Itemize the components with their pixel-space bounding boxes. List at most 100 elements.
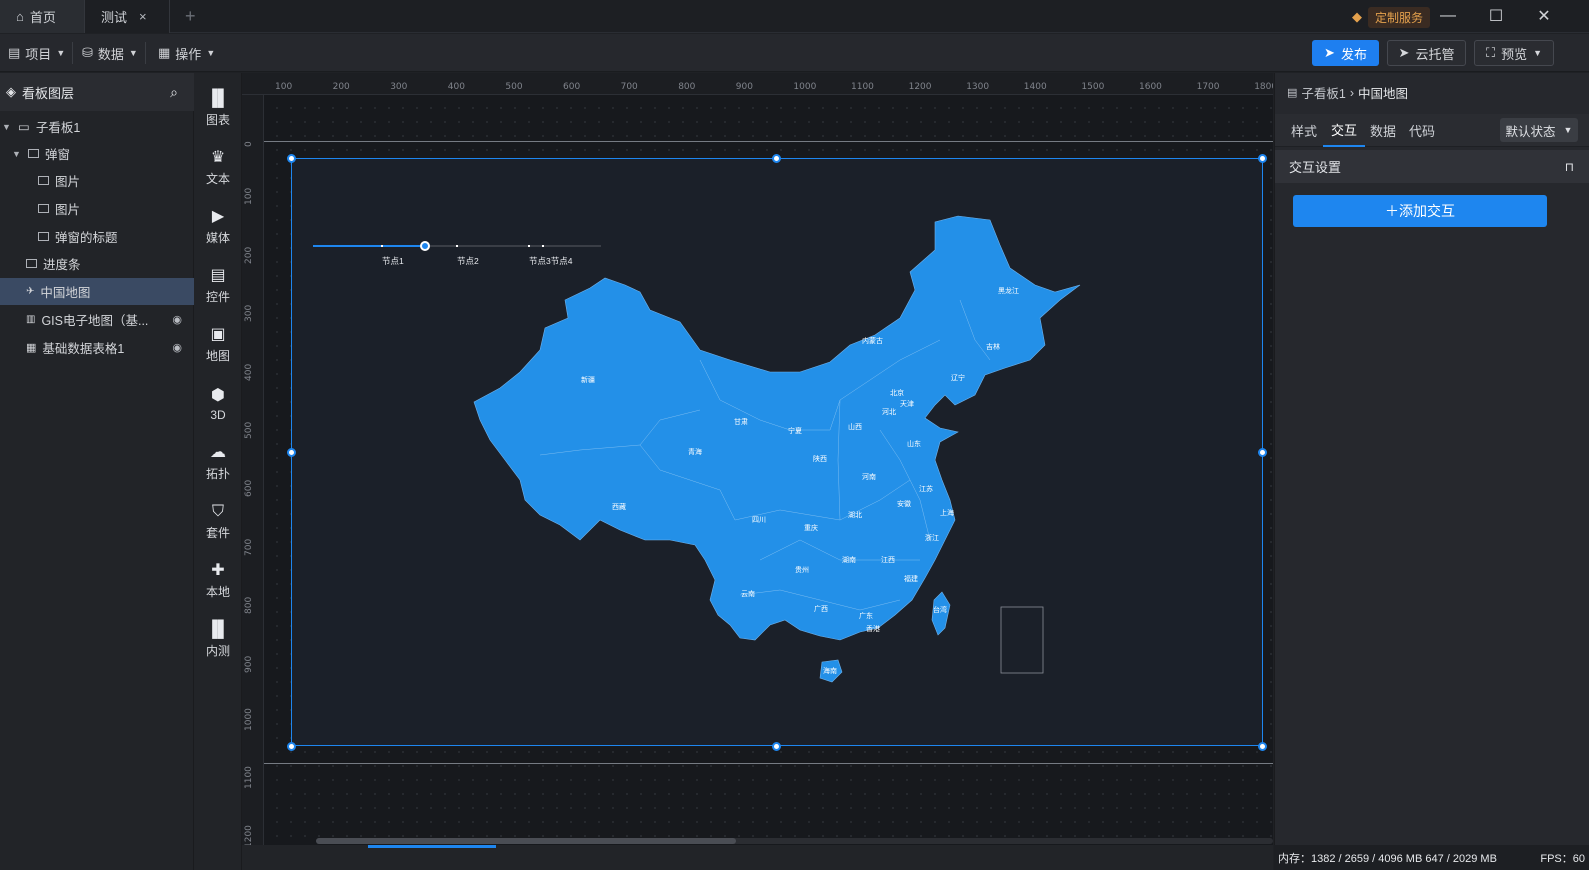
resize-handle-tr[interactable] — [1258, 154, 1267, 163]
resize-handle-t[interactable] — [772, 154, 781, 163]
component-control[interactable]: ▤ 控件 — [194, 258, 242, 314]
component-media[interactable]: ▶ 媒体 — [194, 199, 242, 255]
chevron-down-icon: ▼ — [56, 48, 66, 58]
province-label: 内蒙古 — [862, 336, 883, 345]
tab-test[interactable]: 测试 × — [84, 0, 170, 33]
layer-china-map[interactable]: ✈ 中国地图 — [0, 278, 194, 305]
component-beta[interactable]: ▐▌ 内测 — [194, 612, 242, 668]
layer-popup-title[interactable]: 弹窗的标题 — [0, 223, 194, 250]
layer-data-table[interactable]: ▦ 基础数据表格1 ◉ — [0, 334, 194, 361]
province-label: 湖南 — [842, 555, 856, 564]
cloud-hosting-label: 云托管 — [1415, 46, 1455, 62]
province-label: 福建 — [904, 574, 918, 583]
breadcrumb-separator: › — [1349, 85, 1355, 100]
component-chart[interactable]: ▐▌ 图表 — [194, 81, 242, 137]
video-icon: ▶ — [211, 208, 225, 225]
china-map[interactable]: 新疆 西藏 青海 甘肃 内蒙古 黑龙江 吉林 辽宁 北京 天津 河北 山西 山东… — [300, 200, 1260, 720]
layer-image-2[interactable]: 图片 — [0, 195, 194, 222]
close-tab-icon[interactable]: × — [139, 9, 147, 24]
expand-arrow-icon[interactable]: ▼ — [12, 149, 22, 159]
component-label: 控件 — [205, 290, 230, 304]
add-interaction-button[interactable]: ＋添加交互 — [1293, 195, 1547, 227]
component-label: 文本 — [205, 172, 230, 186]
eye-hidden-icon[interactable]: ◉ — [172, 341, 182, 354]
image-icon — [38, 204, 49, 213]
fullscreen-icon: ⛶ — [1485, 45, 1496, 60]
layer-gis-map[interactable]: ▥ GIS电子地图（基... ◉ — [0, 306, 194, 333]
tab-test-label: 测试 — [101, 10, 128, 25]
memory-status: 内存：1382 / 2659 / 4096 MB 647 / 2029 MB — [1278, 852, 1497, 865]
control-icon: ▤ — [210, 267, 226, 284]
component-local[interactable]: ✚ 本地 — [194, 553, 242, 609]
component-3d[interactable]: ⬢ 3D — [194, 376, 242, 432]
tab-interaction[interactable]: 交互 — [1323, 114, 1366, 147]
chevron-down-icon: ▼ — [128, 48, 138, 58]
component-strip: ▐▌ 图表 ♛ 文本 ▶ 媒体 ▤ 控件 ▣ 地图 ⬢ 3D ☁ 拓扑 ⛉ 套件 ✚ 本地 ▐▌ 内… — [194, 73, 242, 870]
menu-operation[interactable]: ▦ 操作 ▼ — [158, 42, 215, 64]
map-regions — [473, 215, 1081, 683]
component-suite[interactable]: ⛉ 套件 — [194, 494, 242, 550]
fps-status: FPS：60 — [1540, 852, 1585, 865]
menu-data-label: 数据 — [97, 46, 124, 62]
cloud-hosting-button[interactable]: ➤ 云托管 — [1387, 40, 1466, 66]
database-icon: ⛁ — [82, 45, 93, 60]
puzzle-icon: ✚ — [211, 562, 225, 579]
interaction-section-header[interactable]: 交互设置 ⊓ — [1275, 150, 1589, 183]
menu-project[interactable]: ▤ 项目 ▼ — [8, 42, 74, 64]
tab-code[interactable]: 代码 — [1409, 114, 1435, 147]
lock-icon[interactable]: ⊓ — [1565, 160, 1574, 174]
menu-project-label: 项目 — [25, 46, 52, 62]
close-window-button[interactable]: ✕ — [1530, 4, 1558, 28]
section-title: 交互设置 — [1289, 160, 1342, 175]
add-tab-button[interactable]: + — [185, 6, 196, 27]
horizontal-scroll-thumb[interactable] — [316, 838, 736, 844]
layer-popup[interactable]: ▼ 弹窗 — [0, 140, 194, 167]
resize-handle-br[interactable] — [1258, 742, 1267, 751]
component-topology[interactable]: ☁ 拓扑 — [194, 435, 242, 491]
ruler-tick-label: 1600 — [1139, 82, 1162, 92]
province-label: 陕西 — [813, 454, 827, 463]
publish-button[interactable]: ➤ 发布 — [1312, 40, 1379, 66]
preview-button[interactable]: ⛶ 预览 ▼ — [1474, 40, 1554, 66]
layer-progress-bar[interactable]: 进度条 — [0, 250, 194, 277]
maximize-button[interactable]: ☐ — [1482, 4, 1510, 28]
state-select[interactable]: 默认状态 ▼ — [1500, 118, 1578, 142]
resize-handle-tl[interactable] — [287, 154, 296, 163]
tab-home[interactable]: ⌂ 首页 — [0, 0, 84, 33]
chevron-down-icon: ▼ — [206, 48, 216, 58]
breadcrumb-root[interactable]: 子看板1 — [1301, 83, 1345, 102]
province-label: 上海 — [940, 508, 954, 517]
file-icon: ▤ — [8, 45, 21, 60]
layer-sub-board[interactable]: ▼ ▭ 子看板1 — [0, 113, 194, 140]
minimize-button[interactable]: — — [1434, 4, 1462, 28]
province-label: 山东 — [907, 439, 921, 448]
custom-service[interactable]: ◆ 定制服务 — [1352, 6, 1431, 28]
ruler-tick-label: 700 — [244, 538, 254, 556]
resize-handle-b[interactable] — [772, 742, 781, 751]
expand-arrow-icon[interactable]: ▼ — [2, 122, 12, 132]
layer-panel-header: ◈ 看板图层 ⌕ — [0, 73, 194, 111]
resize-handle-l[interactable] — [287, 448, 296, 457]
ruler-tick-label: 500 — [505, 82, 523, 92]
province-label: 湖北 — [848, 510, 862, 519]
search-icon[interactable]: ⌕ — [170, 84, 178, 101]
layers-icon: ◈ — [6, 84, 16, 99]
layer-image-1[interactable]: 图片 — [0, 167, 194, 194]
component-text[interactable]: ♛ 文本 — [194, 140, 242, 196]
map-icon: ▣ — [210, 326, 226, 343]
tab-data[interactable]: 数据 — [1370, 114, 1396, 147]
layer-label: 弹窗的标题 — [55, 231, 118, 245]
layer-label: 基础数据表格1 — [42, 342, 125, 356]
layer-label: GIS电子地图（基... — [41, 314, 149, 328]
ruler-tick-label: 700 — [620, 82, 638, 92]
province-label: 天津 — [900, 400, 914, 408]
bar-chart-icon: ▐▌ — [206, 90, 230, 107]
eye-hidden-icon[interactable]: ◉ — [172, 313, 182, 326]
component-map[interactable]: ▣ 地图 — [194, 317, 242, 373]
shirt-icon: ⛉ — [211, 503, 224, 520]
resize-handle-bl[interactable] — [287, 742, 296, 751]
menu-data[interactable]: ⛁ 数据 ▼ — [82, 42, 146, 64]
province-label: 台湾 — [933, 605, 947, 614]
ruler-tick-label: 300 — [390, 82, 408, 92]
tab-style[interactable]: 样式 — [1291, 114, 1317, 147]
